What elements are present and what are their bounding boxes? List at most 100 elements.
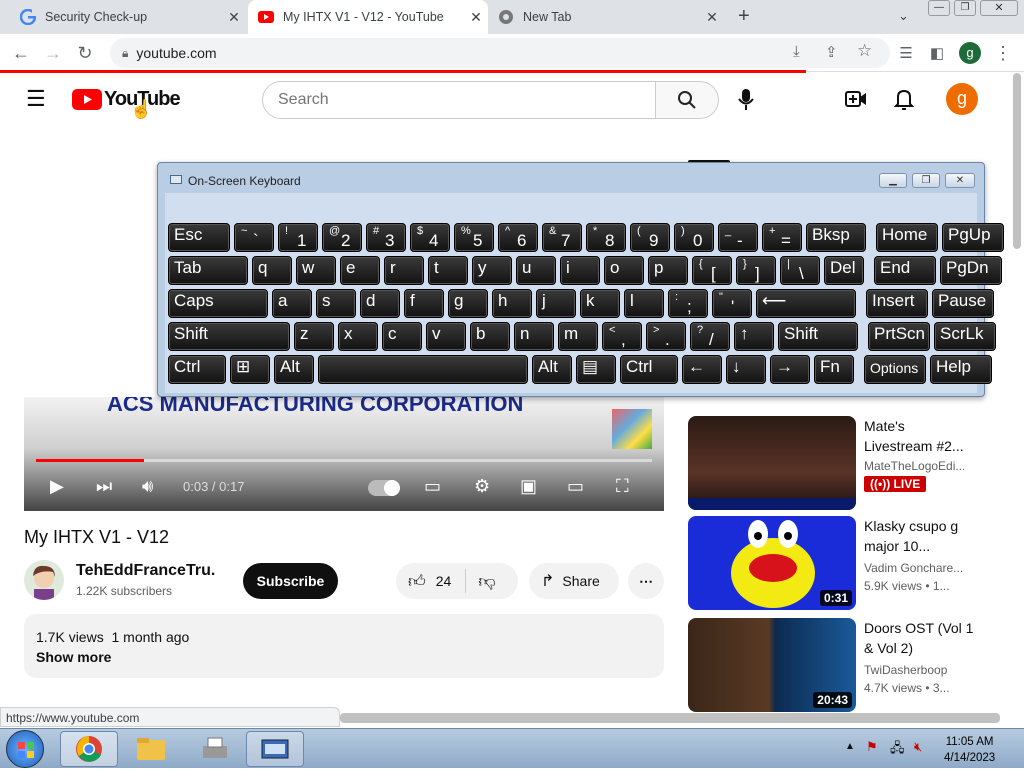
thumbs-up-icon[interactable]: 👍︎ bbox=[408, 571, 426, 592]
hamburger-menu-icon[interactable]: ☰ bbox=[26, 86, 46, 112]
on-screen-keyboard-taskbar-button[interactable] bbox=[246, 731, 304, 767]
key-symbol[interactable]: | \ bbox=[780, 256, 820, 285]
key-c[interactable]: c bbox=[382, 322, 422, 351]
key-s[interactable]: s bbox=[316, 289, 356, 318]
key-6[interactable]: ^ 6 bbox=[498, 223, 538, 252]
key-symbol[interactable]: <, bbox=[602, 322, 642, 351]
key-l[interactable]: l bbox=[624, 289, 664, 318]
key-symbol[interactable]: }] bbox=[736, 256, 776, 285]
key-fn[interactable]: Fn bbox=[814, 355, 854, 384]
subscribe-button[interactable]: Subscribe bbox=[243, 563, 338, 599]
lock-icon[interactable]: 🔒︎ bbox=[122, 46, 128, 61]
more-actions-icon[interactable]: ⋯ bbox=[628, 563, 664, 599]
key-alt[interactable]: Alt bbox=[532, 355, 572, 384]
microphone-icon[interactable] bbox=[737, 89, 755, 111]
key-bksp[interactable]: Bksp bbox=[806, 223, 866, 252]
key-shift[interactable]: Shift bbox=[778, 322, 858, 351]
miniplayer-icon[interactable]: ▣ bbox=[520, 476, 537, 497]
subtitles-icon[interactable]: ▭ bbox=[424, 476, 441, 497]
key-a[interactable]: a bbox=[272, 289, 312, 318]
key-f[interactable]: f bbox=[404, 289, 444, 318]
key-scrlk[interactable]: ScrLk bbox=[934, 322, 996, 351]
key-symbol[interactable]: ▤ bbox=[576, 355, 616, 384]
recommended-channel[interactable]: Vadim Goncharе... bbox=[864, 561, 964, 575]
key-symbol[interactable]: _ - bbox=[718, 223, 758, 252]
key-q[interactable]: q bbox=[252, 256, 292, 285]
address-bar[interactable]: 🔒︎ youtube.com ⤓ ⇪ ☆ bbox=[110, 38, 890, 68]
video-player[interactable]: ACS MANUFACTURING CORPORATION ▶ ⏭ 🔊︎ 0:0… bbox=[24, 397, 664, 511]
osk-minimize-icon[interactable]: ▁ bbox=[879, 173, 907, 188]
key-symbol[interactable]: >. bbox=[646, 322, 686, 351]
recommended-channel[interactable]: MateTheLogoEdi... bbox=[864, 459, 964, 473]
close-tab-icon[interactable]: ✕ bbox=[464, 9, 488, 26]
side-panel-icon[interactable]: ◧ bbox=[924, 40, 950, 66]
key-tab[interactable]: Tab bbox=[168, 256, 248, 285]
key-k[interactable]: k bbox=[580, 289, 620, 318]
key-symbol[interactable]: ? / bbox=[690, 322, 730, 351]
key-symbol[interactable]: :; bbox=[668, 289, 708, 318]
progress-bar[interactable] bbox=[36, 459, 652, 462]
bookmark-star-icon[interactable]: ☆ bbox=[857, 41, 872, 61]
notifications-bell-icon[interactable] bbox=[894, 88, 914, 110]
key-pgdn[interactable]: PgDn bbox=[940, 256, 1002, 285]
description-box[interactable]: 1.7K views 1 month ago Show more bbox=[24, 614, 664, 678]
close-tab-icon[interactable]: ✕ bbox=[222, 9, 246, 26]
key-i[interactable]: i bbox=[560, 256, 600, 285]
tab-search-chevron-icon[interactable]: ⌄ bbox=[898, 8, 909, 24]
key-w[interactable]: w bbox=[296, 256, 336, 285]
action-center-icon[interactable]: ⚑ bbox=[866, 739, 878, 755]
key-v[interactable]: v bbox=[426, 322, 466, 351]
share-page-icon[interactable]: ⇪ bbox=[825, 43, 838, 61]
key-r[interactable]: r bbox=[384, 256, 424, 285]
key-pgup[interactable]: PgUp bbox=[942, 223, 1004, 252]
key-caps[interactable]: Caps bbox=[168, 289, 268, 318]
close-window-icon[interactable]: ✕ bbox=[980, 0, 1018, 16]
install-app-icon[interactable]: ⤓ bbox=[793, 43, 800, 60]
video-thumbnail[interactable] bbox=[688, 416, 856, 510]
recommended-channel[interactable]: TwiDasherboop bbox=[864, 663, 947, 677]
key-symbol[interactable]: {[ bbox=[692, 256, 732, 285]
channel-avatar[interactable] bbox=[24, 560, 64, 600]
printer-taskbar-button[interactable] bbox=[186, 731, 244, 767]
autoplay-toggle[interactable] bbox=[368, 480, 400, 496]
volume-muted-icon[interactable]: 🔇︎ bbox=[914, 739, 922, 755]
user-avatar[interactable]: g bbox=[946, 83, 978, 115]
channel-name[interactable]: TehEddFranceTru... bbox=[76, 562, 216, 580]
key-symbol[interactable]: → bbox=[770, 355, 810, 384]
theater-mode-icon[interactable]: ▭ bbox=[567, 476, 584, 497]
share-button[interactable]: ↱ Share bbox=[529, 563, 619, 599]
create-video-icon[interactable] bbox=[845, 90, 867, 108]
key-j[interactable]: j bbox=[536, 289, 576, 318]
key-d[interactable]: d bbox=[360, 289, 400, 318]
key-end[interactable]: End bbox=[874, 256, 936, 285]
on-screen-keyboard-window[interactable]: On-Screen Keyboard ▁ ❐ ✕ Esc ~ `! 1 @2 #3 $4% 5… bbox=[157, 162, 1004, 397]
show-more-link[interactable]: Show more bbox=[36, 647, 652, 667]
key-4[interactable]: $4 bbox=[410, 223, 450, 252]
key-8[interactable]: * 8 bbox=[586, 223, 626, 252]
key-ctrl[interactable]: Ctrl bbox=[620, 355, 678, 384]
video-thumbnail[interactable]: 0:31 bbox=[688, 516, 856, 610]
vertical-scrollbar[interactable] bbox=[1013, 73, 1021, 249]
tab-security-checkup[interactable]: Security Check-up ✕ bbox=[0, 0, 246, 34]
forward-arrow-icon[interactable]: → bbox=[40, 40, 66, 66]
key-home[interactable]: Home bbox=[876, 223, 938, 252]
system-clock[interactable]: 11:05 AM 4/14/2023 bbox=[944, 734, 995, 766]
key-e[interactable]: e bbox=[340, 256, 380, 285]
key-y[interactable]: y bbox=[472, 256, 512, 285]
key-symbol[interactable]: " ' bbox=[712, 289, 752, 318]
osk-restore-icon[interactable]: ❐ bbox=[912, 173, 940, 188]
key-symbol[interactable]: ~ ` bbox=[234, 223, 274, 252]
key-options[interactable]: Options bbox=[864, 355, 926, 384]
recommended-title[interactable]: Doors OST (Vol 1 & Vol 2) bbox=[864, 618, 974, 658]
key-g[interactable]: g bbox=[448, 289, 488, 318]
tab-new-tab[interactable]: New Tab ✕ bbox=[488, 0, 724, 34]
osk-close-icon[interactable]: ✕ bbox=[945, 173, 975, 188]
key-esc[interactable]: Esc bbox=[168, 223, 230, 252]
youtube-logo[interactable]: YouTube bbox=[72, 88, 181, 111]
restore-window-icon[interactable]: ❐ bbox=[954, 0, 976, 16]
key-m[interactable]: m bbox=[558, 322, 598, 351]
recommended-title[interactable]: Mate's Livestream #2... bbox=[864, 416, 974, 456]
video-thumbnail[interactable]: 20:43 bbox=[688, 618, 856, 712]
key-3[interactable]: #3 bbox=[366, 223, 406, 252]
tab-youtube[interactable]: My IHTX V1 - V12 - YouTube ✕ bbox=[248, 0, 488, 34]
